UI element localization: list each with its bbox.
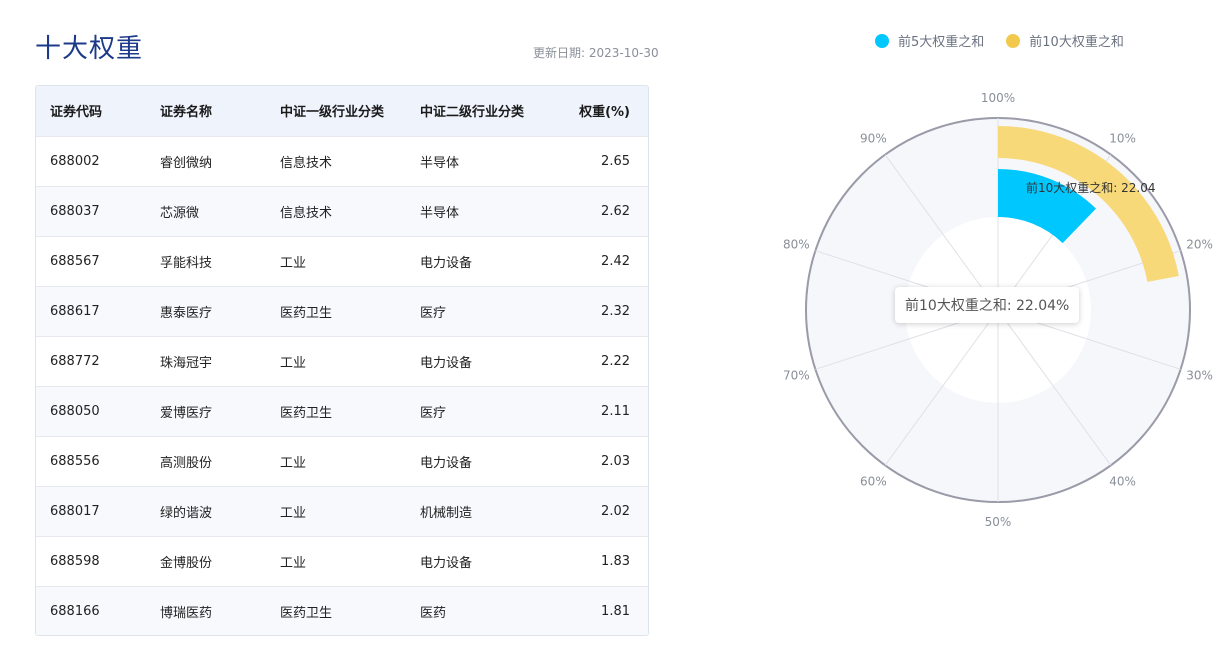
cell-weight: 2.02 [601,503,630,519]
chart-tooltip: 前10大权重之和: 22.04% [895,287,1080,323]
cell-weight: 1.81 [601,603,630,619]
cell-weight: 2.03 [601,453,630,469]
page-title: 十大权重 [35,34,144,64]
header-industry-l1: 中证一级行业分类 [280,105,385,121]
cell-name: 爱博医疗 [160,405,213,421]
bar-label-top10: 前10大权重之和: 22.04 [1026,180,1155,195]
update-date: 更新日期: 2023-10-30 [533,46,659,60]
cell-weight: 2.32 [601,303,630,319]
table-header-row: 证券代码 证券名称 中证一级行业分类 中证二级行业分类 权重(%) [36,86,648,136]
top-ten-table: 证券代码 证券名称 中证一级行业分类 中证二级行业分类 权重(%) 688002… [35,85,649,636]
table-row: 688556 高测股份 工业 电力设备 2.03 [36,436,648,486]
table-row: 688567 孚能科技 工业 电力设备 2.42 [36,236,648,286]
cell-code: 688598 [50,553,100,569]
cell-industry-l2: 医疗 [420,305,447,321]
cell-industry-l1: 信息技术 [280,205,333,221]
angle-tick-label: 100% [981,91,1015,105]
cell-industry-l2: 电力设备 [420,255,473,271]
cell-code: 688166 [50,603,100,619]
table-row: 688772 珠海冠宇 工业 电力设备 2.22 [36,336,648,386]
cell-code: 688002 [50,153,100,169]
cell-name: 高测股份 [160,455,213,471]
angle-tick-label: 60% [860,475,887,489]
cell-code: 688567 [50,253,100,269]
cell-industry-l2: 半导体 [420,155,460,171]
cell-industry-l1: 工业 [280,355,307,371]
legend-item-top5[interactable]: 前5大权重之和 [875,31,984,50]
header-code: 证券代码 [50,105,103,121]
cell-name: 金博股份 [160,555,213,571]
cell-weight: 2.11 [601,403,630,419]
cell-industry-l1: 医药卫生 [280,605,333,621]
cell-name: 绿的谐波 [160,505,213,521]
cell-industry-l1: 医药卫生 [280,405,333,421]
table-row: 688037 芯源微 信息技术 半导体 2.62 [36,186,648,236]
table-row: 688002 睿创微纳 信息技术 半导体 2.65 [36,136,648,186]
holdings-table: 证券代码 证券名称 中证一级行业分类 中证二级行业分类 权重(%) 688002… [36,86,648,635]
legend-dot-top10 [1006,33,1021,48]
cell-code: 688017 [50,503,100,519]
cell-name: 芯源微 [160,205,200,221]
legend-dot-top5 [875,33,889,48]
cell-name: 惠泰医疗 [160,305,213,321]
cell-industry-l2: 机械制造 [420,505,473,521]
angle-tick-label: 30% [1186,369,1213,383]
cell-industry-l2: 半导体 [420,205,460,221]
table-row: 688050 爱博医疗 医药卫生 医疗 2.11 [36,386,648,436]
angle-tick-label: 10% [1109,131,1136,145]
angle-tick-label: 50% [985,515,1012,529]
cell-industry-l1: 医药卫生 [280,305,333,321]
cell-name: 珠海冠宇 [160,355,213,371]
table-row: 688017 绿的谐波 工业 机械制造 2.02 [36,486,648,536]
cell-industry-l2: 医疗 [420,405,447,421]
cell-name: 孚能科技 [160,255,213,271]
cell-industry-l1: 工业 [280,505,307,521]
cell-industry-l1: 工业 [280,255,307,271]
legend-label-top5: 前5大权重之和 [898,35,985,50]
table-row: 688166 博瑞医药 医药卫生 医药 1.81 [36,586,648,635]
cell-industry-l1: 信息技术 [280,155,333,171]
cell-industry-l1: 工业 [280,555,307,571]
cell-weight: 2.62 [601,203,630,219]
cell-weight: 2.22 [601,353,630,369]
table-row: 688617 惠泰医疗 医药卫生 医疗 2.32 [36,286,648,336]
angle-tick-label: 20% [1186,237,1213,251]
cell-industry-l2: 电力设备 [420,455,473,471]
cell-code: 688617 [50,303,100,319]
chart-legend: 前5大权重之和 前10大权重之和 [875,31,1124,50]
cell-code: 688037 [50,203,100,219]
cell-industry-l2: 电力设备 [420,555,473,571]
header-industry-l2: 中证二级行业分类 [420,105,525,121]
cell-code: 688556 [50,453,100,469]
cell-code: 688772 [50,353,100,369]
angle-tick-label: 70% [783,369,810,383]
legend-item-top10[interactable]: 前10大权重之和 [1006,31,1124,50]
table-row: 688598 金博股份 工业 电力设备 1.83 [36,536,648,586]
cell-name: 睿创微纳 [160,155,213,171]
cell-name: 博瑞医药 [160,605,213,621]
cell-weight: 2.42 [601,253,630,269]
cell-weight: 2.65 [601,153,630,169]
cell-industry-l2: 医药 [420,605,447,621]
header-name: 证券名称 [160,105,213,121]
cell-code: 688050 [50,403,100,419]
header-weight: 权重(%) [579,105,630,121]
angle-tick-label: 40% [1109,475,1136,489]
legend-label-top10: 前10大权重之和 [1029,35,1124,50]
cell-industry-l2: 电力设备 [420,355,473,371]
angle-tick-label: 80% [783,237,810,251]
angle-tick-label: 90% [860,131,887,145]
cell-weight: 1.83 [601,553,630,569]
cell-industry-l1: 工业 [280,455,307,471]
